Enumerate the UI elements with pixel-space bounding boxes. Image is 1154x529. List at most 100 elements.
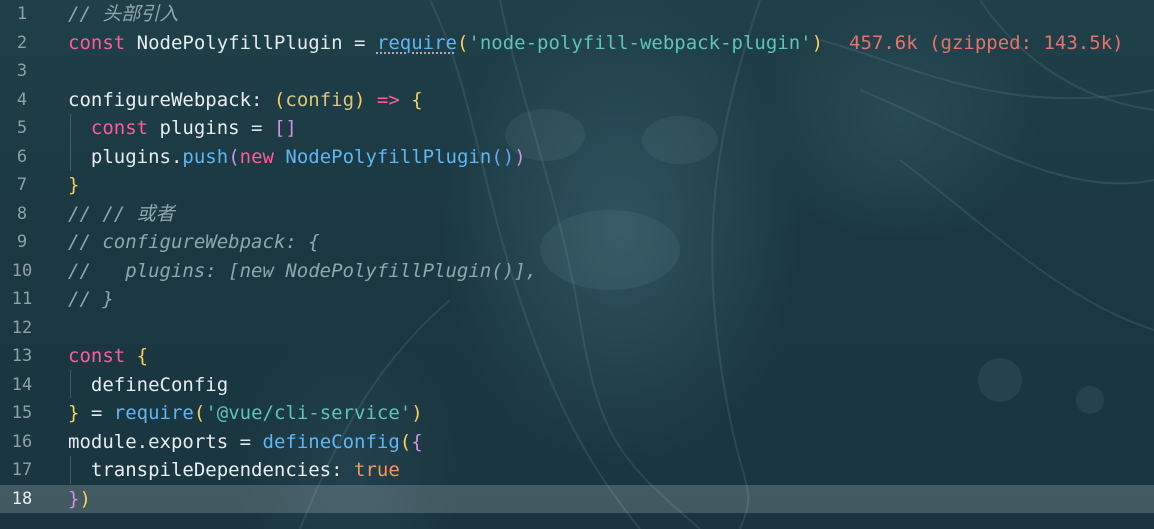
code-token: = bbox=[239, 117, 274, 139]
code-line[interactable]: 4 configureWebpack: (config) => { bbox=[0, 86, 1154, 115]
line-content: // 头部引入 bbox=[68, 0, 178, 29]
code-token: } bbox=[68, 487, 80, 510]
code-line[interactable]: 13 const { bbox=[0, 342, 1154, 371]
line-number: 3 bbox=[16, 61, 28, 81]
code-token: ) bbox=[411, 402, 423, 424]
code-token: NodePolyfillPlugin bbox=[285, 145, 492, 168]
code-line[interactable]: 2 const NodePolyfillPlugin = require('nod… bbox=[0, 29, 1154, 58]
code-token: true bbox=[354, 459, 400, 481]
code-line[interactable]: 3 bbox=[0, 57, 1154, 86]
code-token: { bbox=[411, 430, 423, 453]
line-content: plugins.push(new NodePolyfillPlugin()) bbox=[68, 143, 526, 172]
code-token: new bbox=[239, 145, 286, 168]
code-token: ( bbox=[193, 402, 206, 424]
line-content: }) bbox=[68, 485, 91, 514]
code-editor[interactable]: 1 // 头部引入 2 const NodePolyfillPlugin = requ… bbox=[0, 0, 1154, 529]
code-token: ( bbox=[456, 31, 469, 54]
line-content: // // 或者 bbox=[68, 200, 175, 229]
line-content: const NodePolyfillPlugin = require('node… bbox=[68, 29, 1124, 58]
code-token: () bbox=[491, 145, 515, 168]
line-content: } bbox=[68, 171, 79, 200]
line-number: 17 bbox=[11, 460, 33, 480]
line-number: 11 bbox=[11, 289, 33, 309]
line-number: 16 bbox=[11, 431, 33, 452]
code-line[interactable]: 8 // // 或者 bbox=[0, 200, 1154, 229]
line-number: 4 bbox=[16, 89, 28, 110]
code-line[interactable]: 6 plugins.push(new NodePolyfillPlugin()) bbox=[0, 143, 1154, 172]
code-token: = bbox=[79, 402, 114, 424]
code-token: // // 或者 bbox=[68, 202, 175, 225]
code-line[interactable]: 10 // plugins: [new NodePolyfillPlugin()]… bbox=[0, 257, 1154, 286]
code-line[interactable]: 7} bbox=[0, 171, 1154, 200]
code-token: . bbox=[136, 430, 149, 453]
code-token: require bbox=[376, 31, 457, 54]
code-token: '@vue/cli-service' bbox=[205, 402, 412, 424]
code-line[interactable]: 11 // } bbox=[0, 285, 1154, 314]
line-content: const { bbox=[68, 342, 148, 371]
code-line[interactable]: 15 } = require('@vue/cli-service') bbox=[0, 399, 1154, 428]
code-token: exports bbox=[148, 430, 229, 453]
line-number: 12 bbox=[11, 317, 33, 338]
code-token: configureWebpack bbox=[68, 88, 252, 111]
code-token: = bbox=[228, 430, 263, 453]
line-content: // configureWebpack: { bbox=[68, 228, 320, 257]
code-token: module bbox=[68, 430, 137, 453]
line-number: 6 bbox=[16, 146, 28, 167]
code-token: { bbox=[136, 345, 149, 367]
line-number: 13 bbox=[11, 346, 33, 366]
code-token: push bbox=[182, 145, 229, 168]
code-token: ) bbox=[514, 145, 526, 168]
code-token: ) bbox=[79, 487, 91, 510]
code-line[interactable]: 18}) bbox=[0, 484, 1154, 514]
code-token: // plugins: [new NodePolyfillPlugin()], bbox=[68, 259, 537, 282]
code-line[interactable]: 9 // configureWebpack: { bbox=[0, 228, 1154, 257]
code-token: // 头部引入 bbox=[68, 3, 179, 25]
code-token: const bbox=[90, 117, 160, 139]
code-line[interactable]: 5 const plugins = [] bbox=[0, 114, 1154, 143]
code-token: ) bbox=[811, 31, 824, 54]
code-token: } bbox=[68, 402, 80, 424]
code-token: [] bbox=[273, 117, 297, 139]
code-lines: 1 // 头部引入 2 const NodePolyfillPlugin = requ… bbox=[0, 0, 1154, 513]
code-token: ) bbox=[354, 88, 366, 111]
line-number: 9 bbox=[16, 232, 28, 252]
line-content: transpileDependencies: true bbox=[68, 456, 400, 485]
line-number: 2 bbox=[16, 32, 28, 53]
line-content: } = require('@vue/cli-service') bbox=[68, 399, 423, 428]
line-content: const plugins = [] bbox=[68, 114, 297, 143]
code-token: . bbox=[170, 145, 183, 168]
code-token: : bbox=[251, 88, 274, 111]
line-number: 10 bbox=[11, 260, 33, 281]
code-token: ( bbox=[228, 145, 240, 168]
code-token: plugins bbox=[90, 145, 171, 168]
code-token: plugins bbox=[159, 117, 240, 139]
code-line[interactable]: 14 defineConfig bbox=[0, 371, 1154, 400]
code-token: } bbox=[68, 174, 80, 196]
code-token: defineConfig bbox=[90, 373, 229, 396]
code-token: = bbox=[342, 31, 377, 54]
code-token: => bbox=[365, 88, 412, 111]
line-number: 1 bbox=[16, 4, 28, 24]
code-token: // configureWebpack: { bbox=[68, 231, 320, 253]
line-content: // } bbox=[68, 285, 114, 314]
code-token: defineConfig bbox=[262, 430, 400, 453]
line-number: 8 bbox=[16, 203, 28, 224]
code-line[interactable]: 16 module.exports = defineConfig({ bbox=[0, 428, 1154, 457]
code-token: const bbox=[68, 345, 137, 367]
code-line[interactable]: 17 transpileDependencies: true bbox=[0, 456, 1154, 485]
line-number: 18 bbox=[11, 488, 33, 509]
code-token: 'node-polyfill-webpack-plugin' bbox=[468, 31, 812, 54]
code-token: NodePolyfillPlugin bbox=[136, 31, 343, 54]
line-content: // plugins: [new NodePolyfillPlugin()], bbox=[68, 257, 537, 286]
code-token: const bbox=[68, 31, 137, 54]
line-number: 5 bbox=[16, 118, 28, 138]
line-number: 14 bbox=[11, 374, 33, 395]
code-line[interactable]: 1 // 头部引入 bbox=[0, 0, 1154, 29]
code-line[interactable]: 12 bbox=[0, 314, 1154, 343]
line-number: 15 bbox=[11, 403, 33, 423]
code-token: // } bbox=[68, 288, 114, 310]
code-token: ( bbox=[273, 88, 286, 111]
